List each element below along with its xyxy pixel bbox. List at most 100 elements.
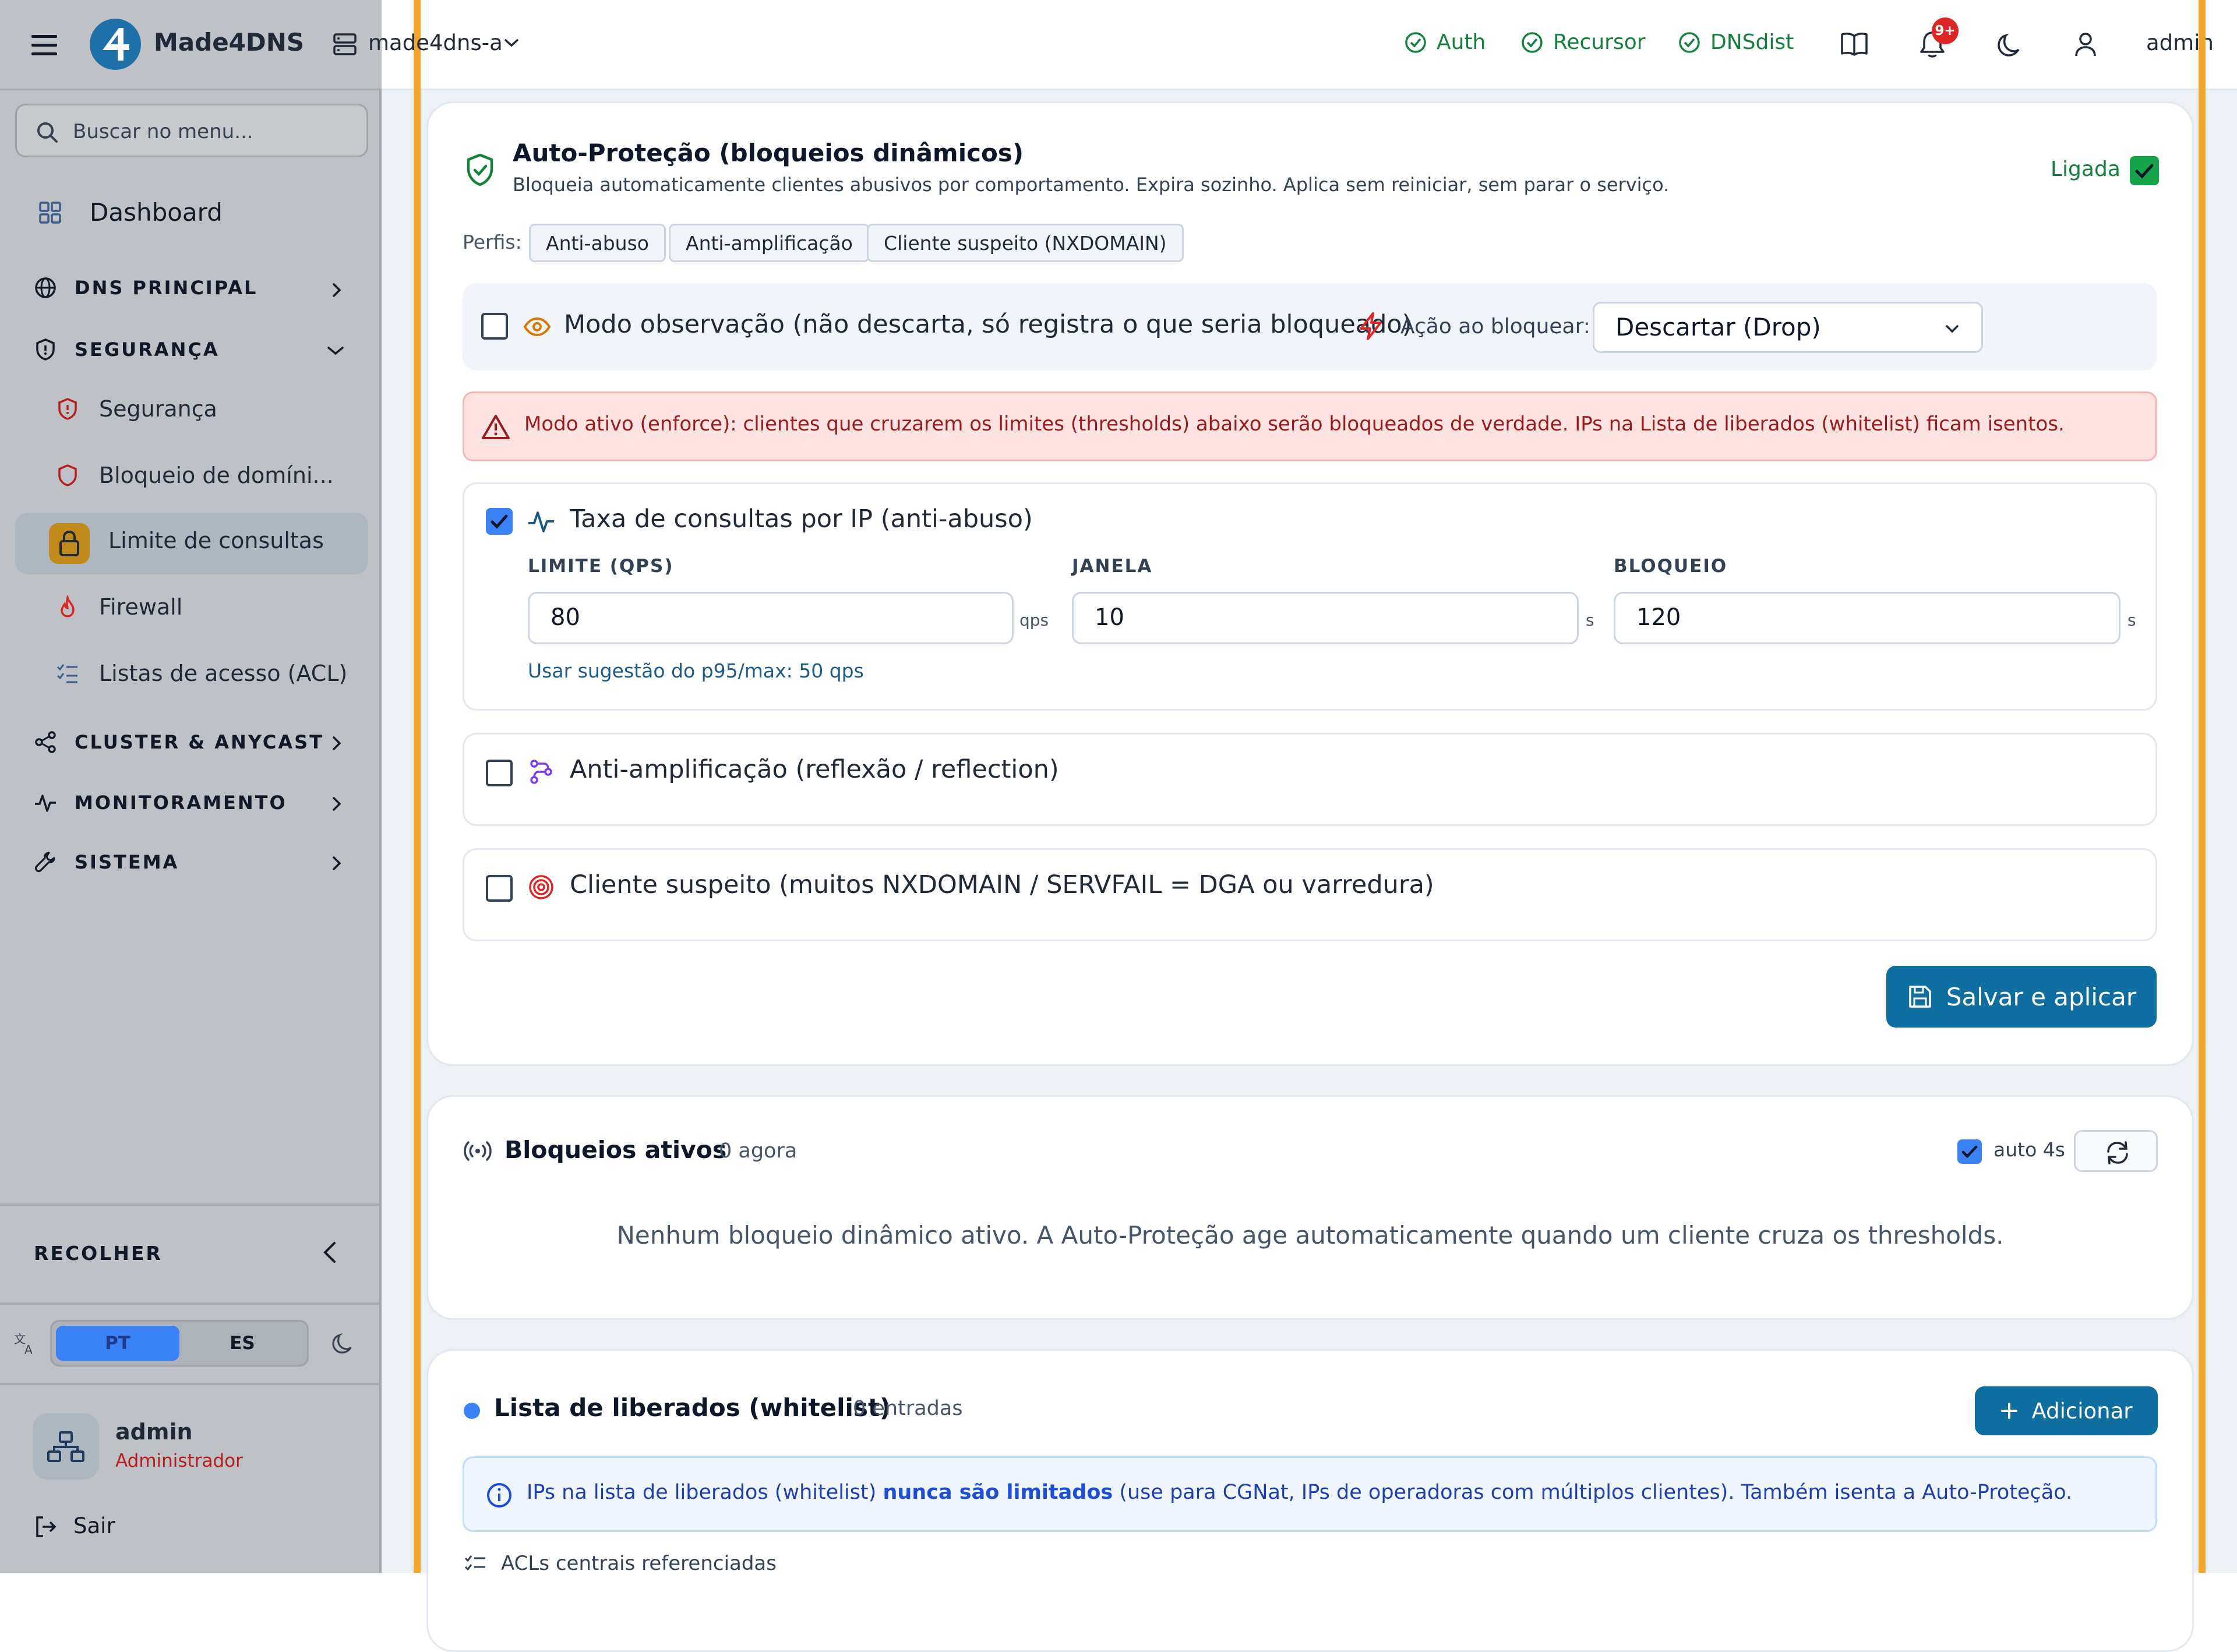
shield-icon [56, 464, 79, 487]
sidebar-item-firewall[interactable]: Firewall [56, 594, 182, 620]
suspect-client-title: Cliente suspeito (muitos NXDOMAIN / SERV… [570, 870, 1434, 899]
info-icon [486, 1482, 513, 1509]
acl-referenced-label: ACLs centrais referenciadas [501, 1552, 777, 1575]
window-input[interactable]: 10 [1072, 592, 1579, 644]
status-dot [464, 1403, 480, 1419]
user-icon[interactable] [2073, 31, 2098, 58]
check-icon [1961, 1145, 1978, 1159]
status-auth[interactable]: Auth [1404, 30, 1486, 54]
sidebar-divider [0, 1203, 382, 1206]
whitelist-info-suffix: (use para CGNat, IPs de operadoras com m… [1119, 1481, 2073, 1504]
sidebar-section-seguranca[interactable]: SEGURANÇA [34, 338, 220, 361]
sidebar-search-placeholder: Buscar no menu... [73, 120, 253, 143]
status-label: Recursor [1553, 30, 1646, 54]
add-whitelist-label: Adicionar [2031, 1398, 2133, 1424]
sidebar-item-label: Segurança [99, 396, 217, 422]
collapse-chevron-icon[interactable] [319, 1240, 340, 1265]
window-unit: s [1586, 610, 1594, 630]
block-duration-input[interactable]: 120 [1614, 592, 2120, 644]
observe-mode-checkbox[interactable] [481, 313, 508, 340]
shield-check-icon [464, 153, 496, 188]
flame-icon [56, 595, 79, 619]
suggestion-link[interactable]: Usar sugestão do p95/max: 50 qps [528, 659, 864, 682]
sidebar-section-dns-principal[interactable]: DNS PRINCIPAL [34, 276, 257, 299]
language-pt-button[interactable]: PT [56, 1326, 179, 1361]
status-recursor[interactable]: Recursor [1520, 30, 1646, 54]
check-circle-icon [1404, 31, 1427, 54]
eye-icon [523, 313, 551, 340]
highlight-edge-left [414, 0, 421, 1573]
enforce-alert-text: Modo ativo (enforce): clientes que cruza… [524, 412, 2065, 436]
list-check-icon [56, 662, 79, 685]
chevron-down-icon [1944, 323, 1960, 335]
radio-broadcast-icon [464, 1139, 492, 1163]
observe-mode-label: Modo observação (não descarta, só regist… [564, 310, 1412, 339]
sidebar-item-seguranca[interactable]: Segurança [56, 396, 217, 422]
topbar [382, 0, 2237, 90]
share-icon [34, 730, 57, 754]
language-es-button[interactable]: ES [181, 1326, 304, 1361]
plus-icon [2000, 1402, 2019, 1420]
sidebar-section-label: MONITORAMENTO [75, 792, 287, 814]
action-select[interactable]: Descartar (Drop) [1593, 302, 1983, 353]
add-whitelist-button[interactable]: Adicionar [1975, 1386, 2158, 1435]
user-name: admin [115, 1419, 193, 1445]
autoprotect-title: Auto-Proteção (bloqueios dinâmicos) [513, 139, 1024, 167]
active-blocks-card [426, 1095, 2194, 1320]
check-icon [491, 514, 508, 529]
save-apply-button[interactable]: Salvar e aplicar [1886, 966, 2157, 1028]
waypoints-icon [527, 757, 556, 786]
chevron-down-icon [503, 37, 520, 49]
target-icon [527, 873, 556, 902]
status-label: Auth [1437, 30, 1486, 54]
block-field-label: BLOQUEIO [1614, 556, 1728, 577]
chevron-right-icon [330, 855, 344, 871]
check-circle-icon [1678, 31, 1701, 54]
profile-chip-anti-abuso[interactable]: Anti-abuso [529, 224, 666, 262]
avatar [33, 1413, 99, 1480]
highlight-edge-right [2199, 0, 2206, 1573]
sidebar-item-label: Bloqueio de domíni... [99, 463, 334, 488]
active-blocks-title: Bloqueios ativos [504, 1136, 727, 1164]
theme-moon-icon[interactable] [331, 1332, 354, 1355]
sidebar-section-label: SISTEMA [75, 851, 179, 873]
sidebar-section-cluster[interactable]: CLUSTER & ANYCAST [34, 730, 324, 754]
book-icon[interactable] [1840, 30, 1869, 57]
network-icon [47, 1431, 84, 1462]
sidebar-item-dashboard[interactable]: Dashboard [38, 198, 223, 227]
sidebar-section-monitoramento[interactable]: MONITORAMENTO [34, 791, 287, 814]
amplification-checkbox[interactable] [486, 760, 513, 786]
autoprotect-enabled-label: Ligada [2051, 157, 2120, 181]
menu-icon[interactable] [30, 33, 58, 58]
server-selector[interactable]: made4dns-a [368, 30, 503, 55]
theme-moon-icon[interactable] [1996, 31, 2023, 58]
activity-icon [34, 791, 57, 814]
amplification-title: Anti-amplificação (reflexão / reflection… [570, 755, 1059, 784]
sidebar-section-sistema[interactable]: SISTEMA [34, 850, 179, 874]
refresh-button[interactable] [2074, 1130, 2158, 1172]
sidebar-item-label: Listas de acesso (ACL) [99, 661, 348, 686]
sidebar-search[interactable]: Buscar no menu... [15, 104, 368, 157]
logout-button[interactable]: Sair [73, 1513, 115, 1538]
rate-limit-title: Taxa de consultas por IP (anti-abuso) [570, 504, 1033, 534]
profile-chip-cliente-suspeito[interactable]: Cliente suspeito (NXDOMAIN) [867, 224, 1184, 262]
wrench-icon [34, 850, 57, 874]
sidebar-divider [0, 1383, 382, 1385]
brand-name: Made4DNS [154, 28, 305, 57]
save-icon [1907, 983, 1933, 1010]
activity-icon [527, 507, 556, 536]
autoprotect-enabled-checkbox[interactable] [2130, 156, 2159, 185]
auto-refresh-checkbox[interactable] [1957, 1139, 1982, 1164]
limit-qps-input[interactable]: 80 [528, 592, 1014, 644]
sidebar-item-bloqueio-dominios[interactable]: Bloqueio de domíni... [56, 463, 334, 488]
chevron-right-icon [330, 282, 344, 298]
logout-icon [34, 1515, 58, 1539]
profile-chip-anti-amplificacao[interactable]: Anti-amplificação [669, 224, 870, 262]
status-dnsdist[interactable]: DNSdist [1678, 30, 1794, 54]
window-field-label: JANELA [1072, 556, 1153, 577]
rate-limit-checkbox[interactable] [486, 508, 513, 535]
suspect-client-checkbox[interactable] [486, 875, 513, 902]
globe-icon [34, 276, 57, 299]
sidebar-item-acl[interactable]: Listas de acesso (ACL) [56, 661, 347, 686]
refresh-icon [2107, 1141, 2128, 1164]
